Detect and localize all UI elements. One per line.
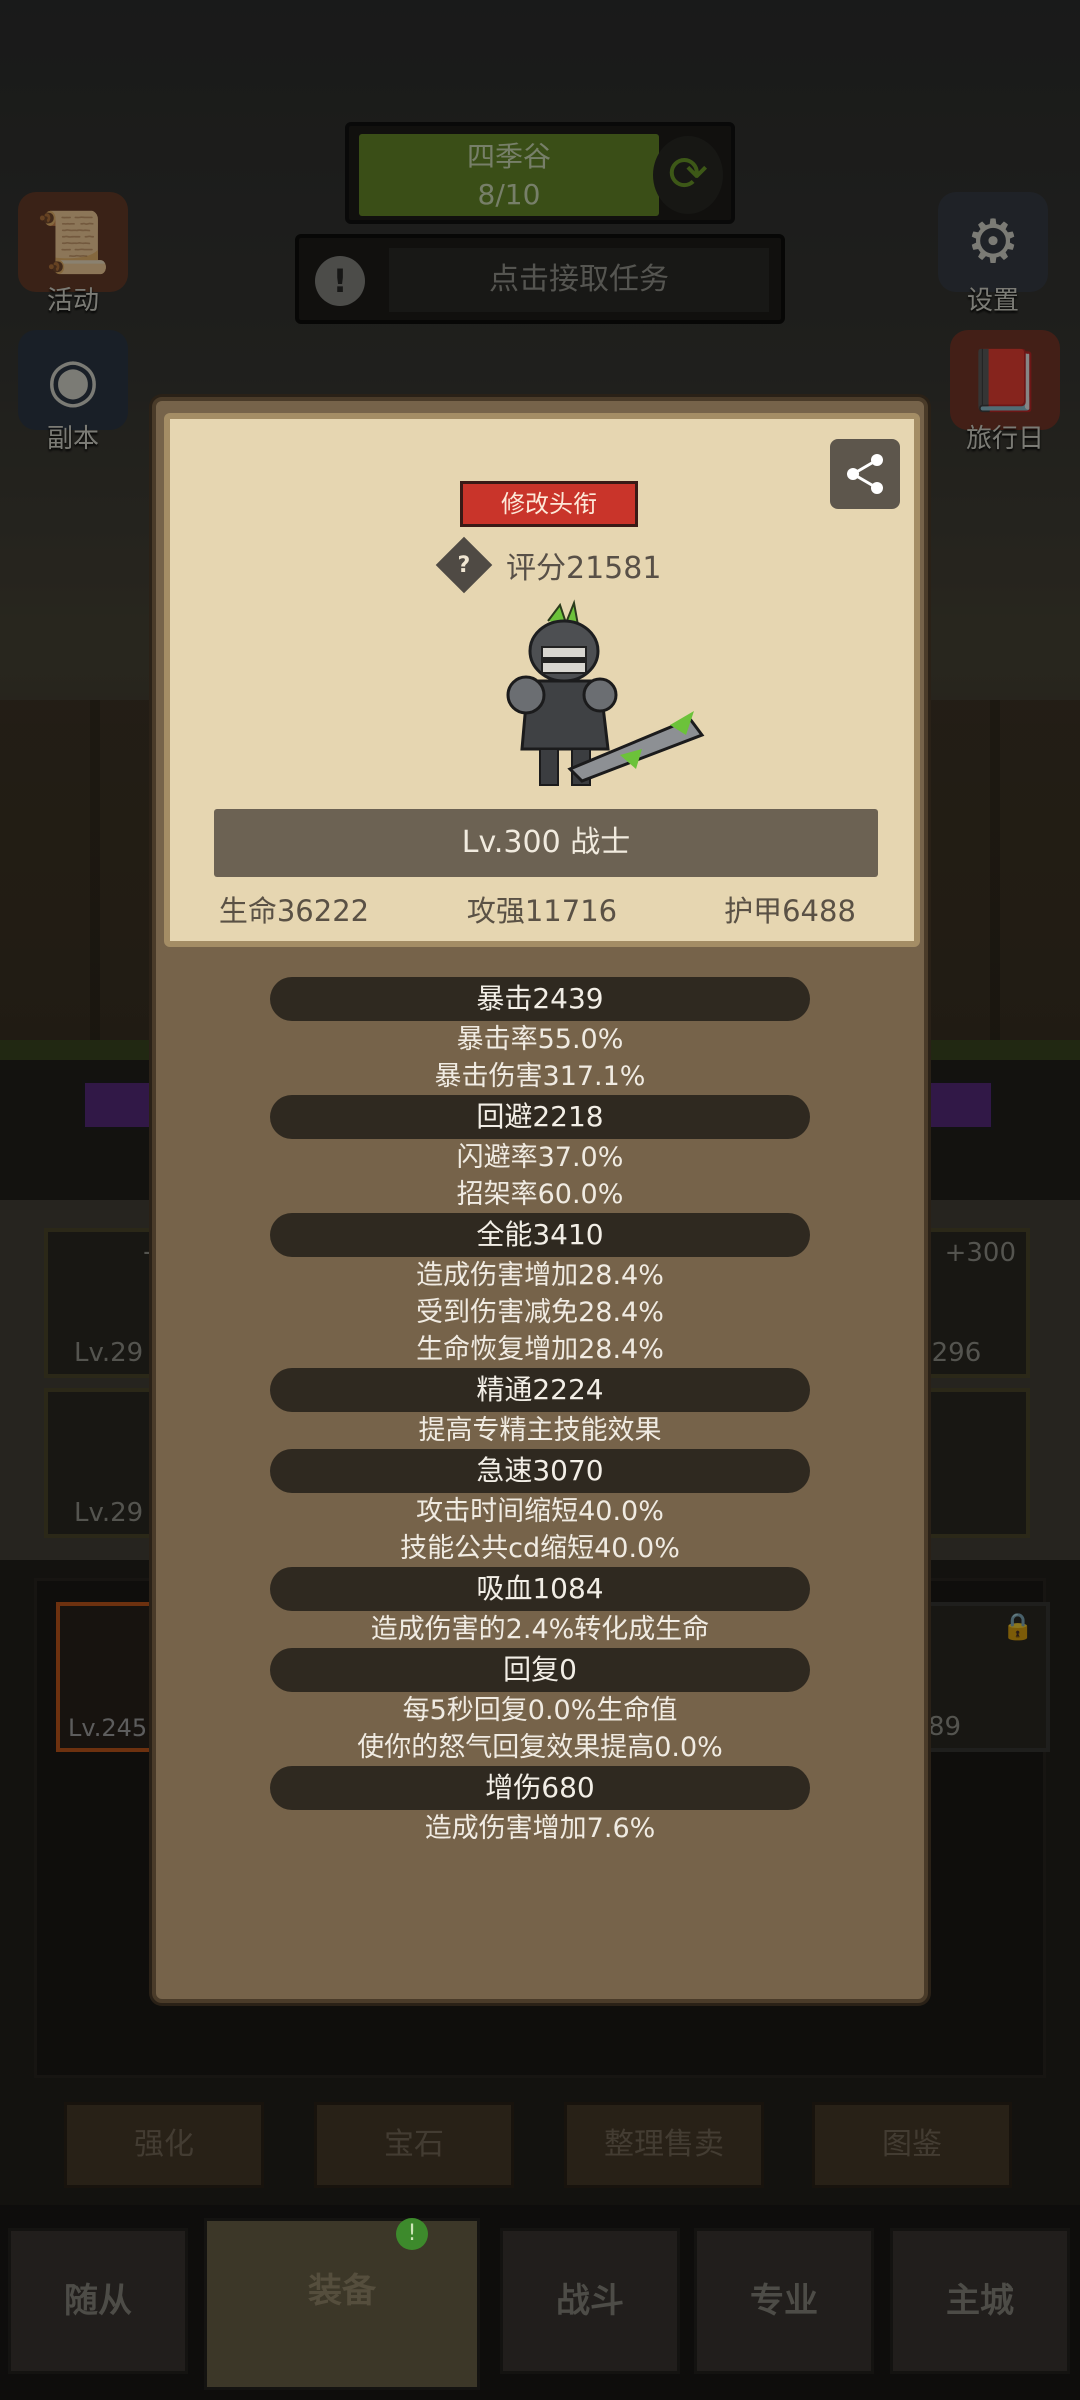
stat-detail: 造成伤害增加7.6% [424,1813,656,1844]
stat-header: 回避2218 [270,1095,810,1139]
hp-stat: 生命36222 [218,894,370,928]
stat-detail: 造成伤害的2.4%转化成生命 [370,1614,710,1645]
share-icon [847,454,883,494]
edit-title-button[interactable]: 修改头衔 [460,481,638,527]
level-class-banner: Lv.300 战士 [214,809,878,877]
stat-detail: 招架率60.0% [456,1179,624,1210]
warrior-avatar [506,599,705,786]
stat-detail: 暴击伤害317.1% [434,1061,646,1092]
stat-header: 全能3410 [270,1213,810,1257]
score: 评分21581 [506,551,662,586]
stat-detail: 生命恢复增加28.4% [416,1334,664,1365]
armor-stat: 护甲6488 [724,894,856,928]
base-stats: 生命36222 攻强11716 护甲6488 [170,881,914,941]
score-row: ? 评分21581 [435,536,662,594]
stat-detail: 暴击率55.0% [456,1024,624,1055]
attack-stat: 攻强11716 [466,894,618,928]
stat-header: 增伤680 [270,1766,810,1810]
stat-detail: 受到伤害减免28.4% [416,1297,664,1328]
share-button[interactable] [830,439,900,509]
stat-detail: 造成伤害增加28.4% [416,1260,664,1291]
profile-card: 修改头衔 ? 评分21581 Lv.300 战士 生命36222 攻强11716… [164,413,920,947]
stat-detail: 提高专精主技能效果 [418,1415,662,1446]
stat-detail: 闪避率37.0% [456,1142,624,1173]
stat-header: 暴击2439 [270,977,810,1021]
stat-list: 暴击2439 暴击率55.0% 暴击伤害317.1% 回避2218 闪避率37.… [156,977,924,1847]
character-stats-modal: 修改头衔 ? 评分21581 Lv.300 战士 生命36222 攻强11716… [152,397,928,2003]
notification-badge: ! [396,2218,428,2250]
help-icon[interactable]: ? [435,536,493,594]
stat-header: 急速3070 [270,1449,810,1493]
stat-detail: 技能公共cd缩短40.0% [400,1533,680,1564]
stat-header: 吸血1084 [270,1567,810,1611]
stat-detail: 使你的怒气回复效果提高0.0% [357,1732,723,1763]
stat-header: 精通2224 [270,1368,810,1412]
stat-detail: 攻击时间缩短40.0% [416,1496,664,1527]
stat-header: 回复0 [270,1648,810,1692]
stat-detail: 每5秒回复0.0%生命值 [402,1695,678,1726]
